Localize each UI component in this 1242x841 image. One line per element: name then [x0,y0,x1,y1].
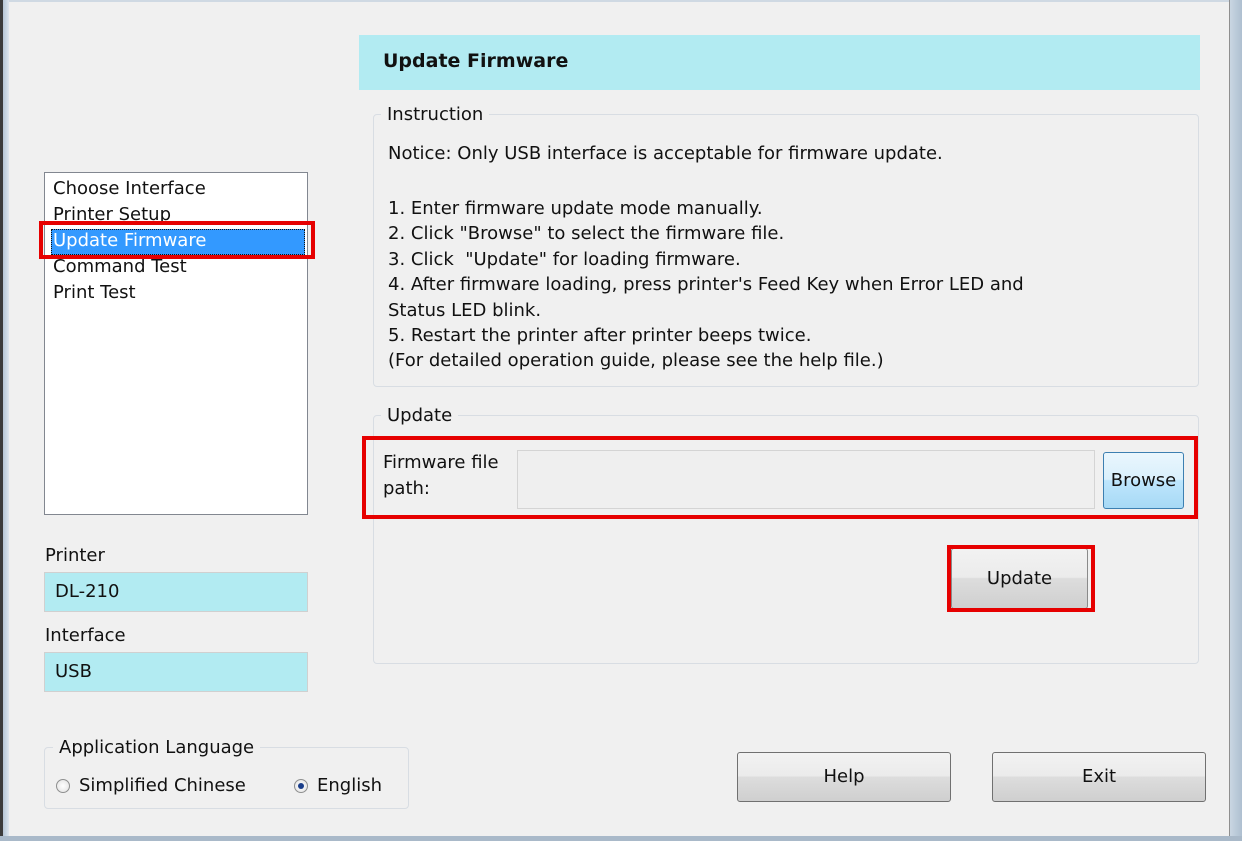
instruction-line: 1. Enter firmware update mode manually. [388,198,763,219]
panel-title: Update Firmware [383,50,569,72]
instruction-line: 3. Click "Update" for loading firmware. [388,248,741,270]
instruction-steps: 1. Enter firmware update mode manually. … [388,196,1188,374]
firmware-tool-window: Update Firmware Choose Interface Printer… [0,0,1242,841]
window-frame-right [1229,0,1242,841]
radio-english[interactable] [294,779,308,793]
help-button[interactable]: Help [737,752,951,802]
instruction-notice: Notice: Only USB interface is acceptable… [388,143,943,164]
nav-selection-highlight [39,221,315,259]
interface-label: Interface [45,625,126,646]
instruction-line: Status LED blink. [388,299,542,321]
printer-label: Printer [45,545,105,566]
update-legend: Update [381,405,459,426]
instruction-line: 5. Restart the printer after printer bee… [388,325,812,347]
exit-button[interactable]: Exit [992,752,1206,802]
instruction-line: 4. After firmware loading, press printer… [388,274,1024,296]
printer-value-box: DL-210 [44,572,308,612]
instruction-legend: Instruction [381,104,490,125]
window-frame-bottom [0,836,1242,841]
file-path-highlight [362,436,1198,519]
update-button-highlight [947,545,1095,612]
language-legend: Application Language [53,737,261,758]
window-frame-top [0,0,1242,2]
window-frame-left [0,0,9,841]
exit-button-label: Exit [1081,766,1117,787]
radio-simplified-chinese-label[interactable]: Simplified Chinese [79,775,246,796]
radio-english-selected-dot [298,783,304,789]
radio-simplified-chinese[interactable] [56,779,70,793]
instruction-line: 2. Click "Browse" to select the firmware… [388,223,785,245]
panel-title-bar: Update Firmware [359,35,1200,90]
printer-value: DL-210 [55,581,120,602]
help-button-label: Help [823,766,865,787]
radio-english-label[interactable]: English [317,775,382,796]
interface-value-box: USB [44,652,308,692]
nav-item-choose-interface[interactable]: Choose Interface [51,177,305,203]
interface-value: USB [55,661,92,682]
instruction-line: (For detailed operation guide, please se… [388,350,884,372]
nav-item-print-test[interactable]: Print Test [51,281,305,307]
